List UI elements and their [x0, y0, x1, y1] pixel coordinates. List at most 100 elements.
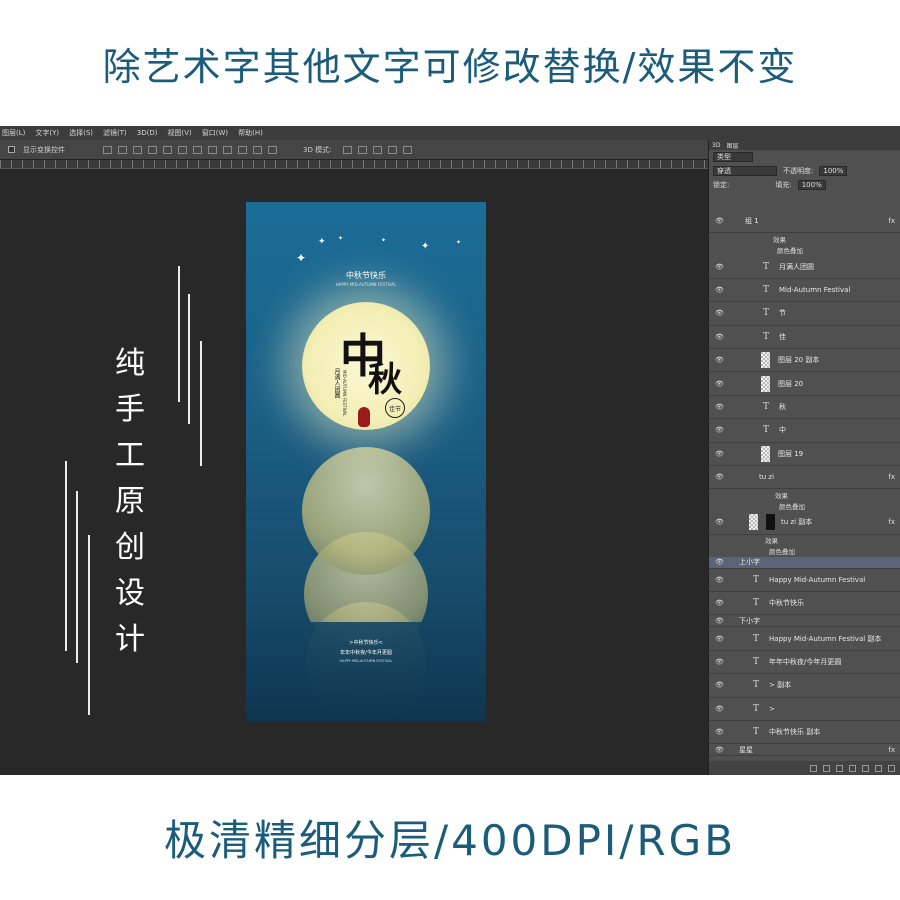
eye-icon[interactable]: 👁 — [715, 403, 724, 411]
menu-filter[interactable]: 滤镜(T) — [103, 128, 127, 138]
fx-icon[interactable]: fx — [888, 518, 895, 526]
eye-icon[interactable]: 👁 — [715, 705, 724, 713]
layer-row[interactable]: 👁 tu zi 副本 fx — [709, 511, 900, 535]
layer-row[interactable]: 👁 T Happy Mid-Autumn Festival — [709, 569, 900, 593]
layer-row[interactable]: 👁 T 秋 — [709, 396, 900, 420]
eye-icon[interactable]: 👁 — [715, 217, 724, 225]
fx-icon[interactable]: fx — [888, 473, 895, 481]
layer-row[interactable]: 👁 T 中秋节快乐 — [709, 592, 900, 616]
layer-row[interactable]: 👁 T 中 — [709, 419, 900, 443]
new-layer-icon[interactable] — [875, 764, 882, 772]
eye-icon[interactable]: 👁 — [715, 599, 724, 607]
distribute-middle-icon[interactable] — [208, 145, 217, 154]
layer-group[interactable]: 👁 下小字 — [709, 615, 900, 628]
3d-roll-icon[interactable] — [358, 145, 368, 154]
distribute-left-icon[interactable] — [238, 145, 247, 154]
align-top-icon[interactable] — [103, 145, 112, 154]
eye-icon[interactable]: 👁 — [715, 380, 724, 388]
star-icon: ✦ — [421, 241, 430, 252]
layer-name: 中秋节快乐 — [769, 599, 805, 608]
star-icon: ✦ — [338, 235, 344, 242]
layer-thumbnail — [761, 375, 770, 392]
menu-help[interactable]: 帮助(H) — [238, 128, 263, 138]
menu-3d[interactable]: 3D(D) — [137, 129, 158, 137]
layer-filter-select[interactable]: 类型 — [713, 152, 753, 162]
eye-icon[interactable]: 👁 — [715, 681, 724, 689]
eye-icon[interactable]: 👁 — [715, 746, 724, 754]
layer-group-selected[interactable]: 👁 上小字 — [709, 556, 900, 569]
eye-icon[interactable]: 👁 — [715, 426, 724, 434]
eye-icon[interactable]: 👁 — [715, 617, 724, 625]
layer-name: Happy Mid-Autumn Festival 副本 — [769, 634, 882, 643]
layer-group[interactable]: 👁 tu zi fx — [709, 466, 900, 490]
fx-icon[interactable] — [823, 764, 830, 772]
mask-icon[interactable] — [836, 764, 843, 772]
effect-row: 效果 — [709, 233, 900, 244]
opacity-input[interactable]: 100% — [819, 166, 848, 176]
eye-icon[interactable]: 👁 — [715, 286, 724, 294]
layer-group[interactable]: 👁 星星 fx — [709, 744, 900, 757]
link-icon[interactable] — [810, 764, 817, 772]
distribute-bottom-icon[interactable] — [223, 145, 232, 154]
distribute-center-icon[interactable] — [253, 145, 262, 154]
eye-icon[interactable]: 👁 — [715, 518, 724, 526]
menu-select[interactable]: 选择(S) — [69, 128, 93, 138]
poster-side-en: MID-AUTUMN FESTIVAL — [342, 370, 347, 417]
tab-3d[interactable]: 3D — [712, 142, 720, 149]
eye-icon[interactable]: 👁 — [715, 333, 724, 341]
menu-window[interactable]: 窗口(W) — [202, 128, 228, 138]
eye-icon[interactable]: 👁 — [715, 263, 724, 271]
adjustment-icon[interactable] — [849, 764, 856, 772]
slogan-char: 创 — [115, 530, 145, 565]
eye-icon[interactable]: 👁 — [715, 728, 724, 736]
show-transform-checkbox[interactable] — [8, 146, 15, 153]
photoshop-window: 图层(L) 文字(Y) 选择(S) 滤镜(T) 3D(D) 视图(V) 窗口(W… — [0, 126, 900, 775]
eye-icon[interactable]: 👁 — [715, 450, 724, 458]
distribute-right-icon[interactable] — [268, 145, 277, 154]
eye-icon[interactable]: 👁 — [715, 356, 724, 364]
layer-row[interactable]: 👁 图层 20 — [709, 372, 900, 396]
align-left-icon[interactable] — [148, 145, 157, 154]
align-center-icon[interactable] — [163, 145, 172, 154]
layer-row[interactable]: 👁 T 年年中秋夜/今年月更圆 — [709, 651, 900, 675]
layer-row[interactable]: 👁 图层 20 副本 — [709, 349, 900, 373]
layer-row[interactable]: 👁 T Mid-Autumn Festival — [709, 279, 900, 303]
fx-icon[interactable]: fx — [888, 746, 895, 754]
align-middle-icon[interactable] — [118, 145, 127, 154]
layer-name: 佳 — [779, 332, 787, 341]
align-bottom-icon[interactable] — [133, 145, 142, 154]
eye-icon[interactable]: 👁 — [715, 635, 724, 643]
trash-icon[interactable] — [888, 764, 895, 772]
effect-label: 效果 — [773, 235, 786, 244]
3d-scale-icon[interactable] — [403, 145, 413, 154]
fill-input[interactable]: 100% — [797, 180, 826, 190]
layer-group[interactable]: 👁 组 1 fx — [709, 210, 900, 234]
layer-row[interactable]: 👁 T 节 — [709, 302, 900, 326]
tab-layers[interactable]: 图层 — [726, 141, 738, 150]
layer-row[interactable]: 👁 T > — [709, 698, 900, 722]
eye-icon[interactable]: 👁 — [715, 576, 724, 584]
layer-row[interactable]: 👁 T > 副本 — [709, 674, 900, 698]
menu-view[interactable]: 视图(V) — [167, 128, 191, 138]
folder-icon[interactable] — [862, 764, 869, 772]
eye-icon[interactable]: 👁 — [715, 658, 724, 666]
3d-drag-icon[interactable] — [373, 145, 383, 154]
eye-icon[interactable]: 👁 — [715, 309, 724, 317]
text-layer-icon: T — [763, 331, 770, 342]
3d-rotate-icon[interactable] — [343, 145, 353, 154]
menu-layer[interactable]: 图层(L) — [2, 128, 25, 138]
fx-icon[interactable]: fx — [888, 217, 895, 225]
align-right-icon[interactable] — [178, 145, 187, 154]
layer-row[interactable]: 👁 T 中秋节快乐 副本 — [709, 721, 900, 745]
eye-icon[interactable]: 👁 — [715, 473, 724, 481]
layer-row[interactable]: 👁 T Happy Mid-Autumn Festival 副本 — [709, 627, 900, 651]
blend-mode-select[interactable]: 穿透 — [713, 166, 777, 176]
layer-name: 月满人团圆 — [779, 262, 815, 271]
layer-row[interactable]: 👁 T 佳 — [709, 326, 900, 349]
distribute-top-icon[interactable] — [193, 145, 202, 154]
layer-row[interactable]: 👁 图层 19 — [709, 443, 900, 466]
layer-row[interactable]: 👁 T 月满人团圆 — [709, 255, 900, 279]
menu-type[interactable]: 文字(Y) — [35, 128, 59, 138]
eye-icon[interactable]: 👁 — [715, 558, 724, 566]
3d-slide-icon[interactable] — [388, 145, 398, 154]
